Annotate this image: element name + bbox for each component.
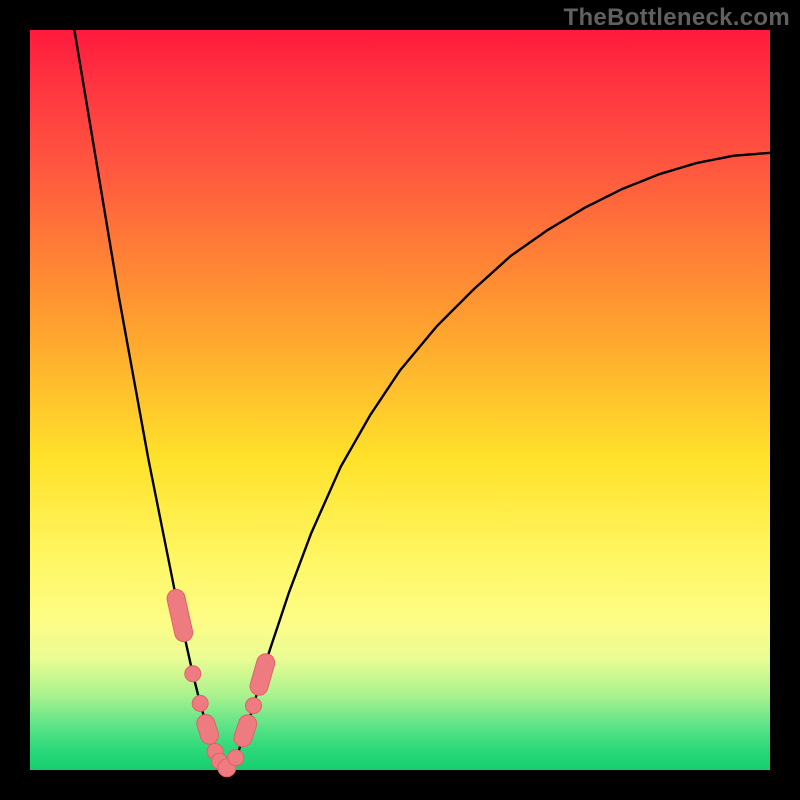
plot-area xyxy=(30,30,770,770)
chart-svg xyxy=(30,30,770,770)
highlight-dot xyxy=(228,750,244,766)
curve-right xyxy=(230,153,770,768)
highlight-dot xyxy=(185,666,201,682)
highlight-capsule xyxy=(195,712,221,746)
curve-left xyxy=(74,30,222,768)
highlight-dot xyxy=(245,698,261,714)
highlight-capsule xyxy=(248,652,277,698)
watermark-text: TheBottleneck.com xyxy=(564,4,790,32)
highlight-capsule xyxy=(165,588,194,644)
highlight-dot xyxy=(192,695,208,711)
highlight-capsule xyxy=(232,712,259,749)
chart-frame: TheBottleneck.com xyxy=(0,0,800,800)
